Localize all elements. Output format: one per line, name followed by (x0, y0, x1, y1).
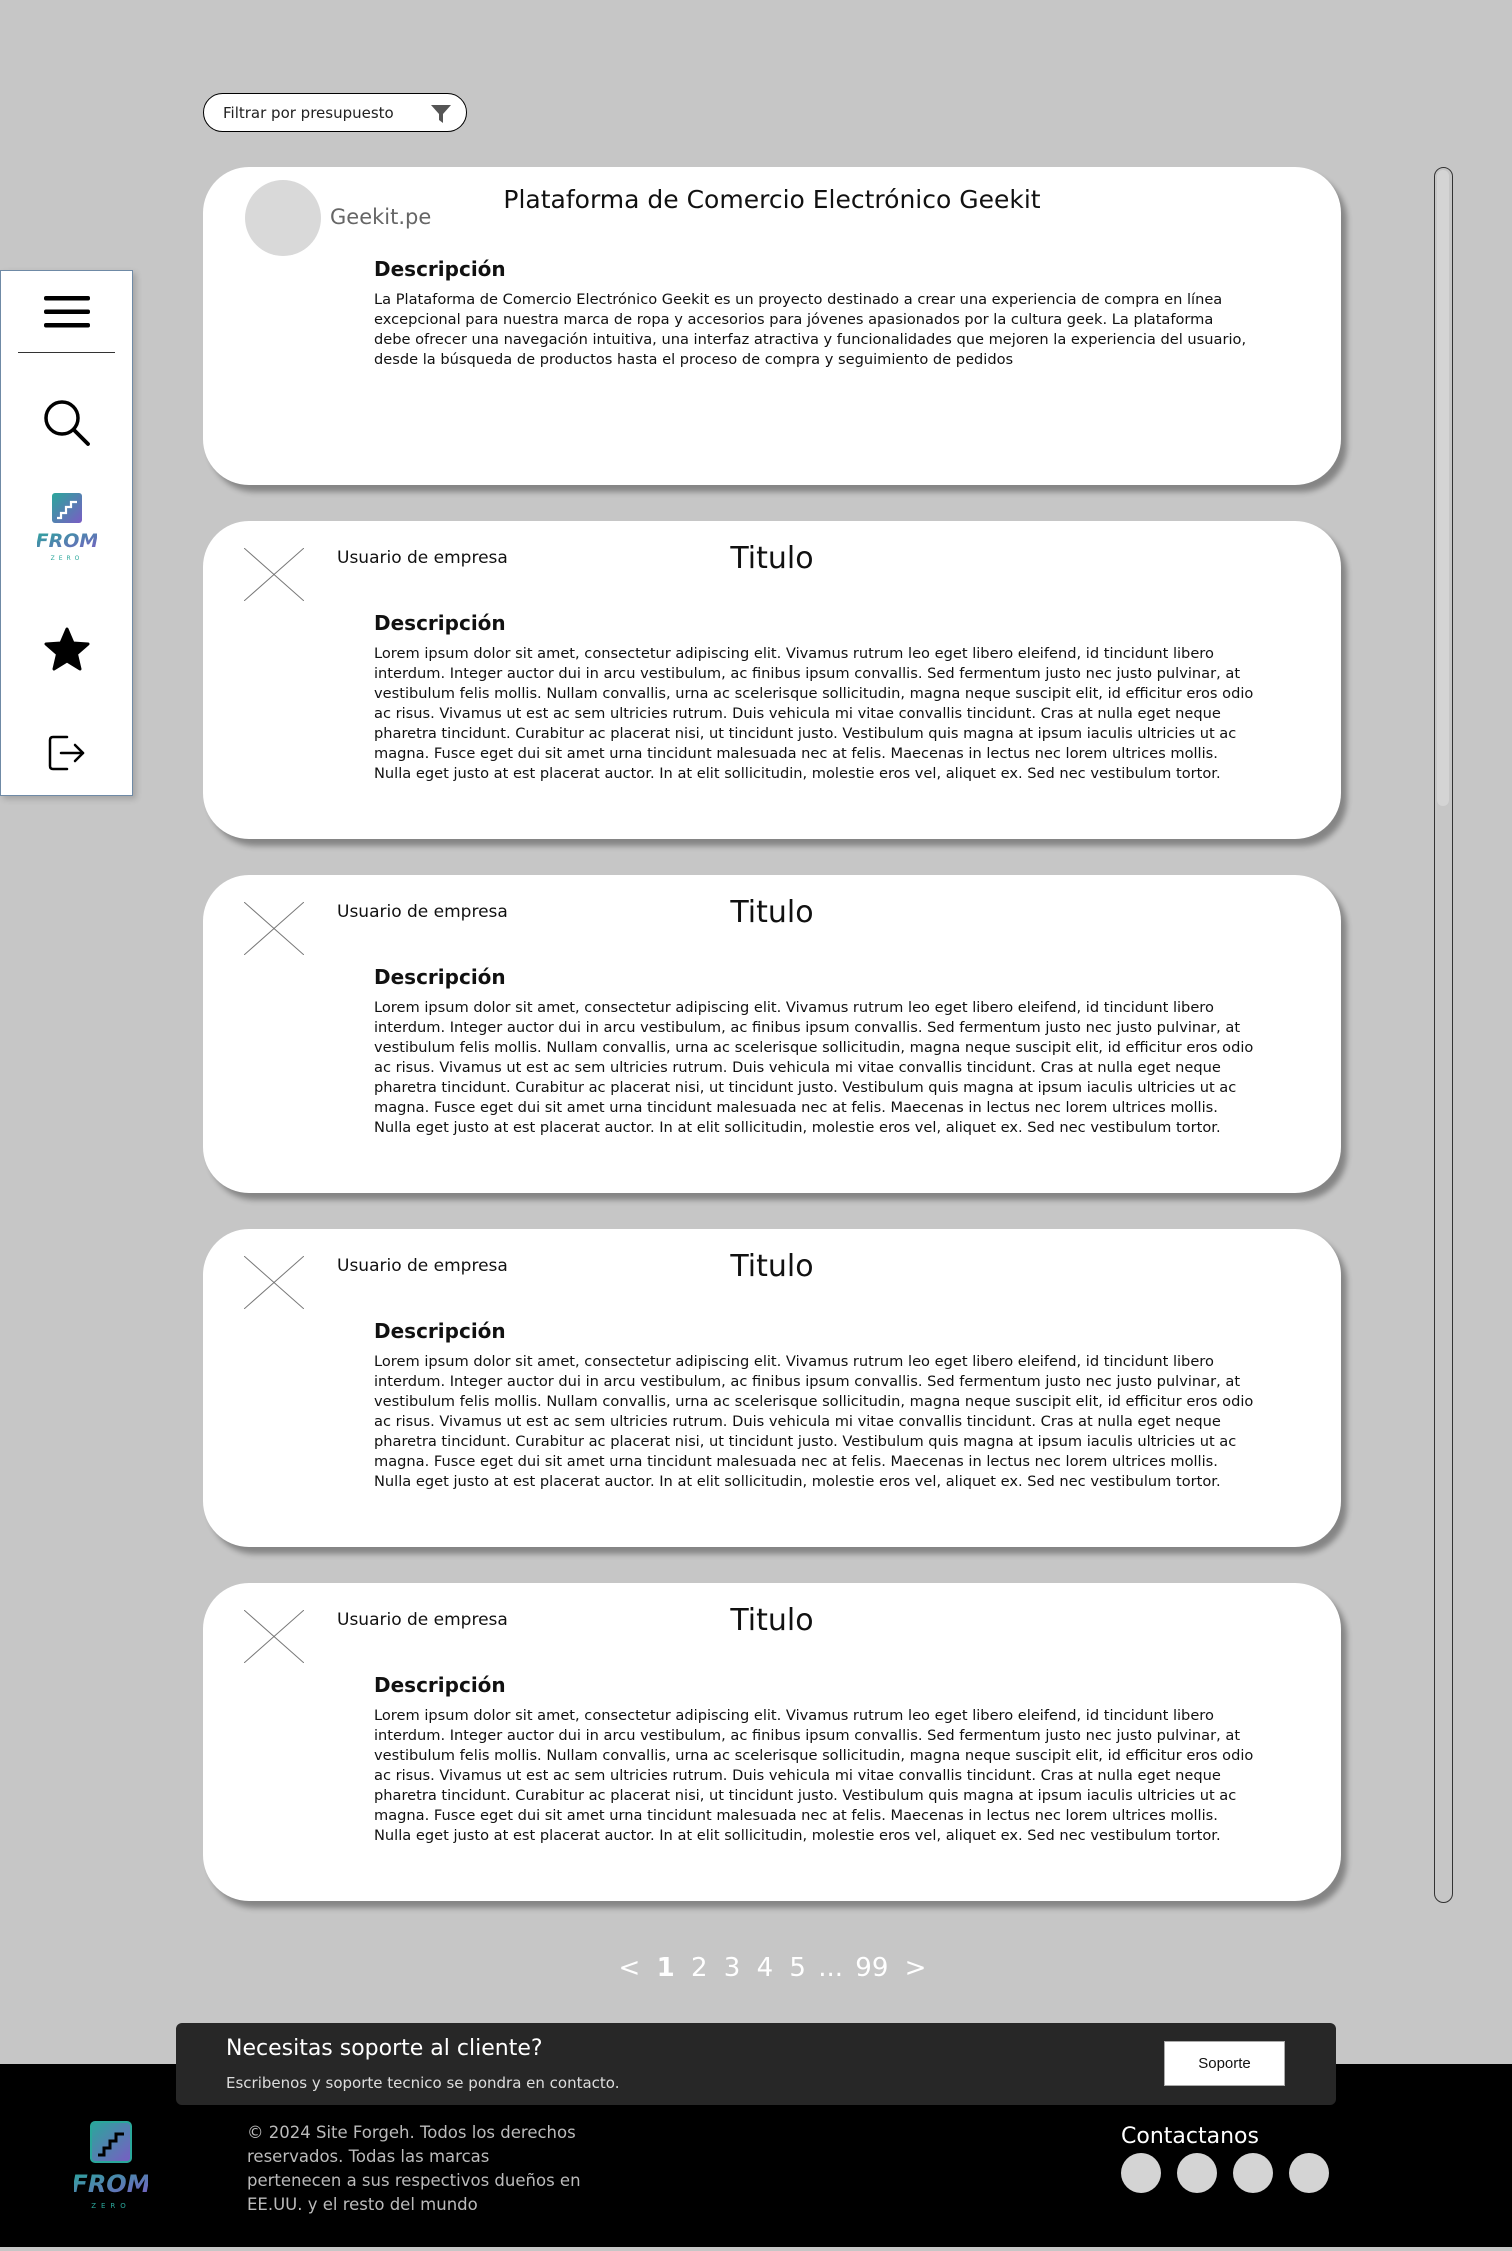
next-page-link[interactable]: > (905, 1953, 927, 1983)
social-icon[interactable] (1121, 2153, 1161, 2193)
project-description: Lorem ipsum dolor sit amet, consectetur … (374, 1707, 1254, 1844)
contact-title: Contactanos (1121, 2124, 1259, 2149)
page-link[interactable]: 2 (691, 1953, 708, 1983)
home-logo-button[interactable]: FROM ZERO (1, 491, 132, 563)
project-card[interactable]: Usuario de empresa Titulo Descripción Lo… (203, 1229, 1341, 1547)
project-title: Titulo (730, 1249, 814, 1284)
support-subtitle: Escribenos y soporte tecnico se pondra e… (226, 2074, 620, 2092)
description-heading: Descripción (374, 611, 506, 635)
filter-label: Filtrar por presupuesto (223, 103, 394, 122)
support-banner: Necesitas soporte al cliente? Escribenos… (176, 2023, 1336, 2105)
logout-icon (48, 735, 84, 771)
project-card[interactable]: Usuario de empresa Titulo Descripción Lo… (203, 521, 1341, 839)
page-link[interactable]: 5 (789, 1953, 806, 1983)
project-title: Titulo (730, 1603, 814, 1638)
svg-text:ZERO: ZERO (91, 2202, 131, 2210)
pagination: < 1 2 3 4 5 ... 99 > (0, 1953, 1512, 1983)
search-button[interactable] (1, 398, 132, 448)
scrollbar-thumb[interactable] (1437, 170, 1449, 806)
svg-text:FROM: FROM (37, 530, 97, 552)
logout-button[interactable] (1, 734, 132, 772)
social-icon[interactable] (1177, 2153, 1217, 2193)
pagination-ellipsis: ... (818, 1953, 844, 1983)
sidebar-divider (18, 352, 115, 353)
scrollbar[interactable] (1434, 167, 1453, 1903)
project-description: Lorem ipsum dolor sit amet, consectetur … (374, 999, 1254, 1136)
support-title: Necesitas soporte al cliente? (226, 2036, 543, 2061)
support-button[interactable]: Soporte (1164, 2041, 1285, 2086)
description-heading: Descripción (374, 965, 506, 989)
project-card[interactable]: Usuario de empresa Titulo Descripción Lo… (203, 875, 1341, 1193)
search-icon (43, 400, 90, 446)
social-icon[interactable] (1289, 2153, 1329, 2193)
social-links (1121, 2153, 1329, 2193)
star-icon (44, 627, 89, 671)
project-description: Lorem ipsum dolor sit amet, consectetur … (374, 645, 1254, 782)
filter-icon[interactable] (430, 103, 452, 125)
project-title: Titulo (730, 895, 814, 930)
featured-project-card[interactable]: Geekit.pe Plataforma de Comercio Electró… (203, 167, 1341, 485)
sidebar: FROM ZERO (0, 270, 133, 796)
prev-page-link[interactable]: < (619, 1953, 641, 1983)
fromzero-logo: FROM ZERO (37, 493, 97, 562)
project-title: Plataforma de Comercio Electrónico Geeki… (503, 185, 1041, 214)
svg-text:ZERO: ZERO (50, 555, 83, 562)
menu-button[interactable] (1, 292, 132, 332)
hamburger-menu-icon (43, 296, 90, 328)
copyright-text: © 2024 Site Forgeh. Todos los derechos r… (247, 2123, 581, 2214)
project-title: Titulo (730, 541, 814, 576)
svg-text:FROM: FROM (74, 2170, 148, 2198)
favorites-button[interactable] (1, 627, 132, 673)
description-heading: Descripción (374, 1319, 506, 1343)
project-description: Lorem ipsum dolor sit amet, consectetur … (374, 1353, 1254, 1490)
project-card[interactable]: Usuario de empresa Titulo Descripción Lo… (203, 1583, 1341, 1901)
project-description: La Plataforma de Comercio Electrónico Ge… (374, 291, 1247, 368)
budget-filter[interactable]: Filtrar por presupuesto (203, 93, 467, 132)
fromzero-footer-logo: FROM ZERO (74, 2121, 148, 2210)
description-heading: Descripción (374, 257, 506, 281)
page-link[interactable]: 4 (757, 1953, 774, 1983)
page-link-current[interactable]: 1 (657, 1953, 675, 1983)
description-heading: Descripción (374, 1673, 506, 1697)
page-link-last[interactable]: 99 (855, 1953, 888, 1983)
social-icon[interactable] (1233, 2153, 1273, 2193)
page-link[interactable]: 3 (724, 1953, 741, 1983)
